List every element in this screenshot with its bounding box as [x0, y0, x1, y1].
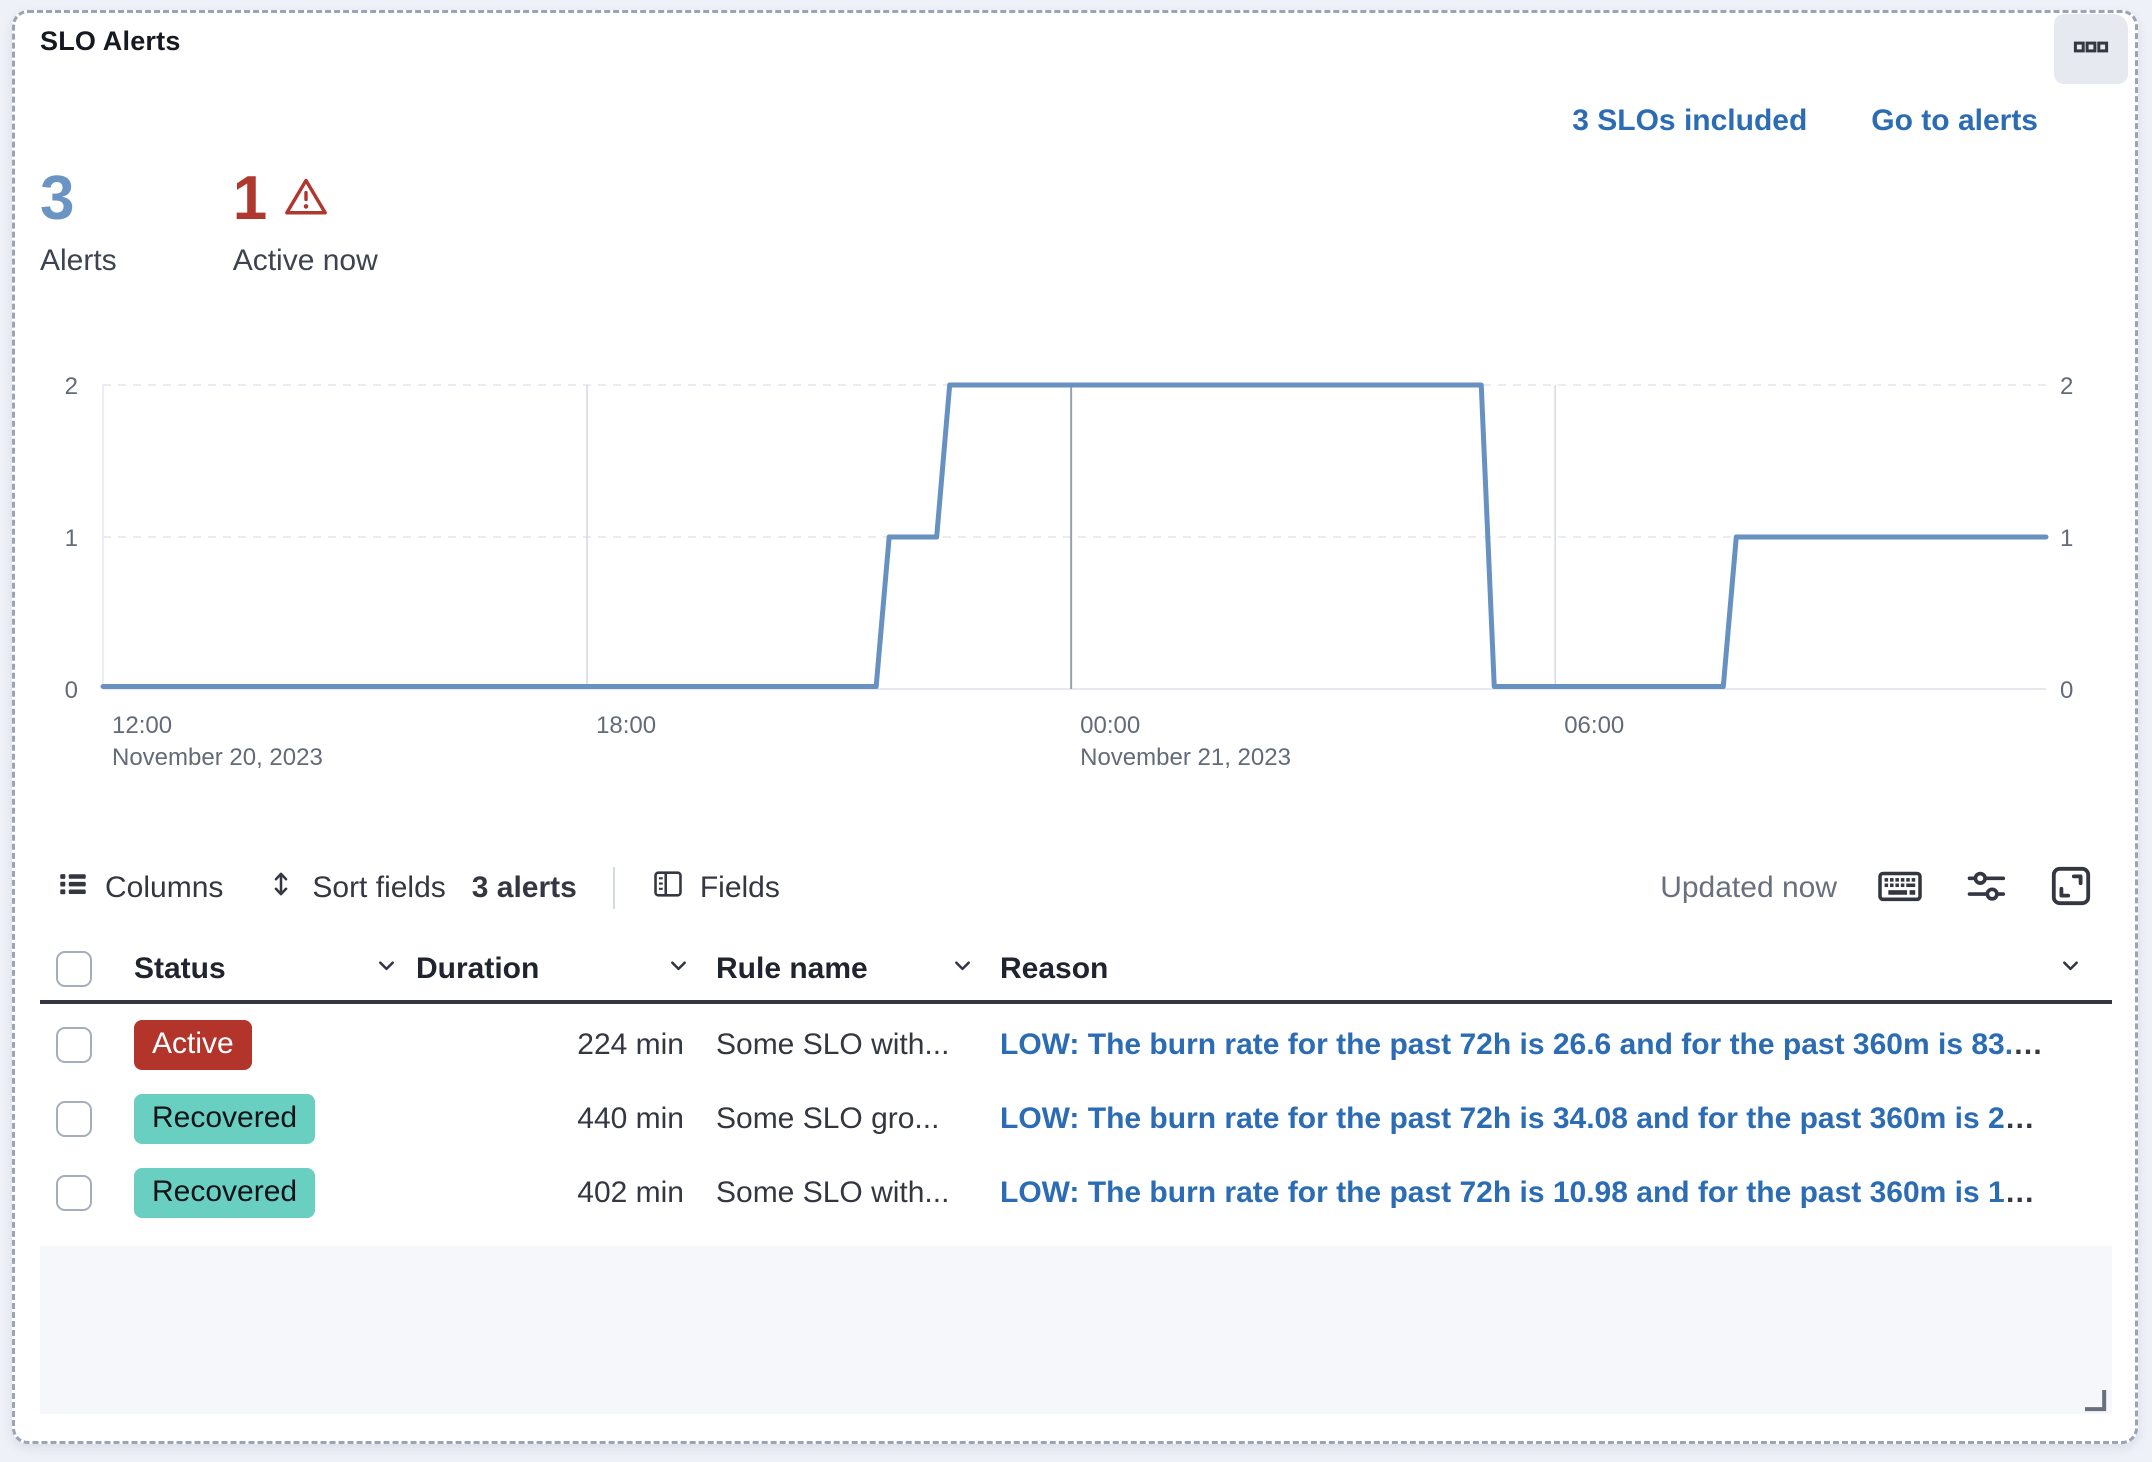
alerts-count: 3	[40, 168, 74, 230]
select-all-checkbox[interactable]	[56, 951, 92, 987]
table-empty-area	[40, 1246, 2112, 1414]
alerts-timeline-svg: 0 0 1 1 2 2 12:00 November 20, 2023 18:00 00:00 No…	[0, 358, 2152, 788]
boxes-horizontal-icon	[2073, 29, 2109, 70]
truncation-ellipsis: …	[2005, 1102, 2035, 1135]
status-column-label: Status	[134, 952, 226, 986]
header-reason[interactable]: Reason	[976, 952, 2112, 987]
svg-text:12:00: 12:00	[112, 712, 172, 739]
table-row: Recovered 440 min Some SLO gro... LOW: T…	[40, 1082, 2112, 1156]
row-checkbox[interactable]	[56, 1175, 92, 1211]
alerts-table-header: Status Duration Rule name Reason	[40, 938, 2112, 1004]
fields-button[interactable]: Fields	[651, 867, 780, 909]
svg-text:0: 0	[2060, 677, 2073, 704]
sort-fields-label: Sort fields	[312, 871, 445, 905]
row-checkbox[interactable]	[56, 1027, 92, 1063]
page-title: SLO Alerts	[40, 26, 181, 57]
header-duration[interactable]: Duration	[400, 952, 692, 987]
alert-stats: 3 Alerts 1 Active now	[40, 168, 378, 278]
updated-status: Updated now	[1660, 871, 1837, 905]
keyboard-shortcuts-button[interactable]	[1875, 861, 1925, 916]
header-status[interactable]: Status	[116, 952, 400, 987]
active-count: 1	[233, 168, 267, 230]
stat-alerts: 3 Alerts	[40, 168, 117, 278]
table-row: Recovered 402 min Some SLO with... LOW: …	[40, 1156, 2112, 1230]
resize-handle-icon[interactable]	[2080, 1385, 2110, 1420]
status-badge: Recovered	[134, 1168, 315, 1218]
rule-name-value: Some SLO gro...	[716, 1102, 939, 1135]
svg-text:0: 0	[65, 677, 78, 704]
svg-text:1: 1	[65, 525, 78, 552]
fullscreen-icon	[2047, 862, 2095, 915]
rule-name-value: Some SLO with...	[716, 1028, 949, 1061]
duration-value: 224 min	[577, 1028, 684, 1061]
columns-label: Columns	[105, 871, 223, 905]
reason-link[interactable]: LOW: The burn rate for the past 72h is 2…	[1000, 1028, 2013, 1061]
reason-link[interactable]: LOW: The burn rate for the past 72h is 3…	[1000, 1102, 2005, 1135]
truncation-ellipsis: …	[2005, 1176, 2035, 1209]
stat-active-now: 1 Active now	[233, 168, 378, 278]
truncation-ellipsis: …	[2013, 1028, 2043, 1061]
fullscreen-button[interactable]	[2047, 862, 2095, 915]
svg-text:2: 2	[2060, 373, 2073, 400]
reason-column-label: Reason	[1000, 952, 1108, 986]
rule-name-value: Some SLO with...	[716, 1176, 949, 1209]
fields-label: Fields	[700, 871, 780, 905]
chevron-down-icon[interactable]	[373, 952, 400, 987]
list-icon	[56, 867, 90, 909]
split-panel-icon	[651, 867, 685, 909]
warning-triangle-icon	[283, 174, 329, 224]
chevron-down-icon[interactable]	[949, 952, 976, 987]
table-toolbar-left: Columns Sort fields 3 alerts Fields	[56, 862, 780, 914]
panel-links: 3 SLOs included Go to alerts	[1572, 104, 2038, 138]
svg-text:November 20, 2023: November 20, 2023	[112, 744, 323, 771]
svg-text:1: 1	[2060, 525, 2073, 552]
duration-value: 402 min	[577, 1176, 684, 1209]
row-checkbox[interactable]	[56, 1101, 92, 1137]
header-select-all-cell	[40, 951, 116, 987]
header-rule-name[interactable]: Rule name	[692, 952, 976, 987]
active-now-label: Active now	[233, 244, 378, 278]
rule-name-column-label: Rule name	[716, 952, 868, 986]
alerts-count-label: 3 alerts	[472, 871, 577, 905]
columns-button[interactable]: Columns	[56, 867, 223, 909]
chevron-down-icon[interactable]	[2057, 952, 2084, 987]
display-options-button[interactable]	[1963, 863, 2009, 914]
svg-text:November 21, 2023: November 21, 2023	[1080, 744, 1291, 771]
status-badge: Recovered	[134, 1094, 315, 1144]
alerts-timeline-chart: 0 0 1 1 2 2 12:00 November 20, 2023 18:00 00:00 No…	[0, 358, 2152, 788]
sort-arrows-icon	[265, 868, 297, 908]
toolbar-divider	[613, 867, 615, 909]
alerts-label: Alerts	[40, 244, 117, 278]
table-toolbar-right: Updated now	[1660, 862, 2095, 914]
table-row: Active 224 min Some SLO with... LOW: The…	[40, 1008, 2112, 1082]
keyboard-icon	[1875, 861, 1925, 916]
status-badge: Active	[134, 1020, 252, 1070]
svg-text:18:00: 18:00	[596, 712, 656, 739]
go-to-alerts-link[interactable]: Go to alerts	[1871, 104, 2038, 138]
duration-column-label: Duration	[416, 952, 539, 986]
chevron-down-icon[interactable]	[665, 952, 692, 987]
duration-value: 440 min	[577, 1102, 684, 1135]
svg-text:00:00: 00:00	[1080, 712, 1140, 739]
slos-included-link[interactable]: 3 SLOs included	[1572, 104, 1807, 138]
svg-text:06:00: 06:00	[1564, 712, 1624, 739]
reason-link[interactable]: LOW: The burn rate for the past 72h is 1…	[1000, 1176, 2005, 1209]
sort-fields-button[interactable]: Sort fields	[265, 868, 445, 908]
svg-text:2: 2	[65, 373, 78, 400]
panel-options-button[interactable]	[2054, 14, 2128, 84]
sliders-icon	[1963, 863, 2009, 914]
